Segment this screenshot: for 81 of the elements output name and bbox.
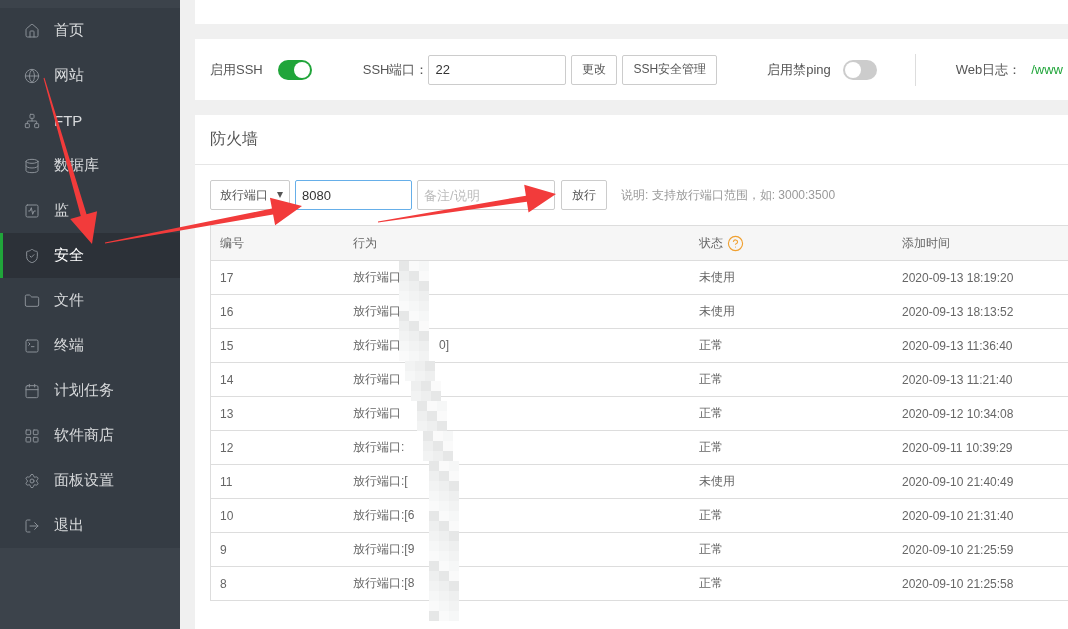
column-header: 添加时间 [902,234,950,252]
table-cell: 未使用 [699,304,735,318]
sidebar-item[interactable]: 计划任务 [0,368,180,413]
table-cell: 放行端口 [353,406,401,420]
port-field[interactable]: 8080 [295,180,412,210]
sidebar-item[interactable]: 网站 [0,53,180,98]
table-cell: 未使用 [699,474,735,488]
sidebar-item[interactable]: 文件 [0,278,180,323]
table-cell: 2020-09-10 21:25:58 [902,576,1014,591]
change-button[interactable]: 更改 [571,54,618,85]
sidebar-item[interactable]: 首页 [0,8,180,53]
table-cell: 2020-09-13 11:36:40 [902,338,1013,353]
sidebar-item[interactable]: 面板设置 [0,458,180,503]
table-cell: 放行端口:[9 [353,542,415,556]
table-cell: 2020-09-11 10:39:29 [902,440,1013,455]
table-cell: 2020-09-13 18:19:20 [902,270,1014,285]
table-cell: 10 [220,508,234,523]
column-header: 编号 [220,234,244,252]
hint-text: 说明: 支持放行端口范围，如: 3000:3500 [621,186,836,204]
allow-button[interactable]: 放行 [561,180,607,210]
table-cell: 9 [220,542,227,557]
table-cell: 2020-09-10 21:31:40 [902,508,1014,523]
table-cell: 放行端口:[ [353,474,408,488]
logout-icon [24,517,40,534]
table-cell: 2020-09-13 18:13:52 [902,304,1014,319]
globe-icon [24,67,40,84]
table-cell: 11 [220,474,233,489]
table-cell: 15 [220,338,234,353]
ssh-port-label: SSH端口： [362,60,429,79]
settings-icon [24,472,40,489]
ping-toggle[interactable] [842,59,877,80]
web-log-label: Web日志： [955,60,1022,79]
database-icon [24,157,40,174]
table-cell: 正常 [699,406,723,420]
table-cell: 8 [220,576,227,591]
table-cell: 2020-09-10 21:25:59 [902,542,1014,557]
sidebar-item[interactable]: 退出 [0,503,180,548]
table-cell: 放行端口 [353,372,401,386]
table-cell: 16 [220,304,234,319]
ssh-port-field[interactable]: 22 [428,54,567,85]
table-cell: 正常 [699,440,723,454]
table-cell: 2020-09-13 11:21:40 [902,372,1013,387]
ssh-label: 启用SSH [210,60,263,79]
home-icon [24,22,40,39]
sidebar-item[interactable]: 终端 [0,323,180,368]
table-cell: 12 [220,440,234,455]
table-cell: 正常 [699,576,723,590]
grid-icon [24,427,40,444]
table-cell: 放行端口: [353,440,405,454]
table-cell: 放行端口 [353,338,401,352]
ping-label: 启用禁ping [767,60,831,79]
folder-icon [24,292,40,309]
ssh-toggle[interactable] [277,59,312,80]
table-cell: 放行端口 [353,270,401,284]
help-icon[interactable] [727,234,744,252]
sidebar-item[interactable]: 监 [0,188,180,233]
table-cell: 14 [220,372,234,387]
sidebar-item[interactable]: 安全 [0,233,180,278]
shield-check-icon [24,247,40,264]
table-cell: 正常 [699,542,723,556]
table-cell: 17 [220,270,234,285]
table-cell: 正常 [699,508,723,522]
table-cell: 未使用 [699,270,735,284]
table-cell: 2020-09-12 10:34:08 [902,406,1014,421]
calendar-icon [24,382,40,399]
table-cell: 正常 [699,372,723,386]
column-header: 行为 [353,234,377,252]
table-cell: 放行端口 [353,304,401,318]
table-cell: 13 [220,406,234,421]
table-cell: 2020-09-10 21:40:49 [902,474,1014,489]
table-cell: 放行端口:[6 [353,508,415,522]
network-icon [24,112,40,129]
table-cell: 放行端口:[8 [353,576,415,590]
firewall-title: 防火墙 [210,129,258,149]
sidebar-item[interactable]: 软件商店 [0,413,180,458]
column-header: 状态 [699,234,723,252]
terminal-icon [24,337,40,354]
ssh-manage-button[interactable]: SSH安全管理 [622,54,718,85]
table-cell: 正常 [699,338,723,352]
table-cell: 0] [439,338,449,352]
monitor-icon [24,202,40,219]
